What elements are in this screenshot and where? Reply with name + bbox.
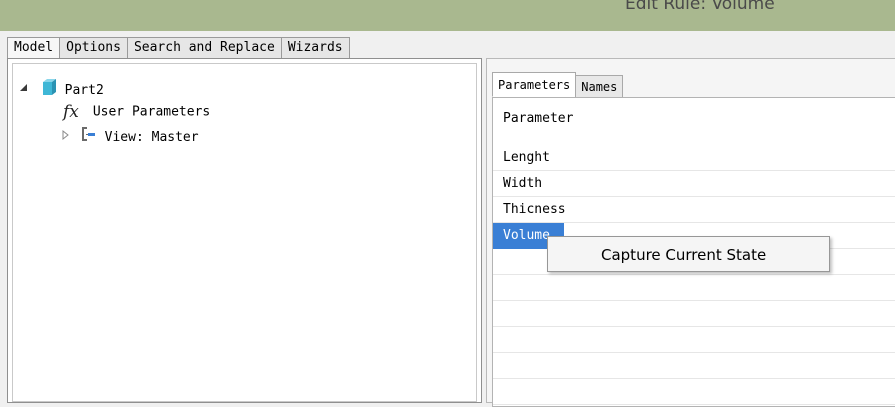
tab-model[interactable]: Model — [7, 37, 61, 60]
model-tree-panel: Part2 fx User Parameters View: Master — [7, 58, 482, 403]
menu-item-capture-current-state[interactable]: Capture Current State — [601, 237, 766, 273]
parameters-tab-strip: Parameters Names — [492, 72, 624, 99]
main-tab-strip: Model Options Search and Replace Wizards — [7, 37, 350, 60]
parameter-cell[interactable]: Thicness — [493, 197, 566, 223]
tree-item-label: User Parameters — [92, 104, 211, 120]
tree-item-part2[interactable]: Part2 — [19, 78, 104, 98]
table-row-empty — [493, 327, 895, 353]
tab-names[interactable]: Names — [575, 75, 624, 99]
table-row[interactable]: Thicness — [493, 197, 895, 223]
part-cube-icon — [41, 78, 57, 103]
tab-options[interactable]: Options — [59, 37, 128, 59]
tree-item-view-master[interactable]: View: Master — [61, 126, 199, 146]
window-title: Edit Rule: Volume — [625, 0, 775, 14]
tab-parameters[interactable]: Parameters — [492, 72, 577, 97]
tab-search-and-replace[interactable]: Search and Replace — [126, 37, 282, 59]
triangle-expanded-icon[interactable] — [19, 81, 31, 101]
parameters-panel: Parameters Names Parameter Lenght Width … — [486, 58, 895, 407]
table-row-empty — [493, 353, 895, 379]
table-row-empty — [493, 379, 895, 405]
table-row[interactable]: Width — [493, 171, 895, 197]
model-tree: Part2 fx User Parameters View: Master — [12, 63, 477, 402]
context-menu: Capture Current State — [547, 236, 830, 272]
parameter-cell[interactable]: Width — [493, 171, 542, 197]
window-titlebar: Edit Rule: Volume — [0, 0, 895, 31]
view-tree-icon — [81, 126, 97, 149]
tree-item-label: View: Master — [104, 130, 199, 145]
column-header-parameter[interactable]: Parameter — [503, 111, 573, 126]
table-row-empty — [493, 301, 895, 327]
table-row-empty — [493, 275, 895, 301]
table-row[interactable]: Lenght — [493, 145, 895, 171]
fx-icon: fx — [63, 102, 79, 122]
triangle-collapsed-icon[interactable] — [61, 128, 71, 148]
parameter-cell[interactable]: Lenght — [493, 145, 550, 171]
tree-item-user-parameters[interactable]: fx User Parameters — [63, 102, 210, 122]
tree-item-label: Part2 — [64, 83, 104, 98]
tab-wizards[interactable]: Wizards — [280, 37, 350, 59]
